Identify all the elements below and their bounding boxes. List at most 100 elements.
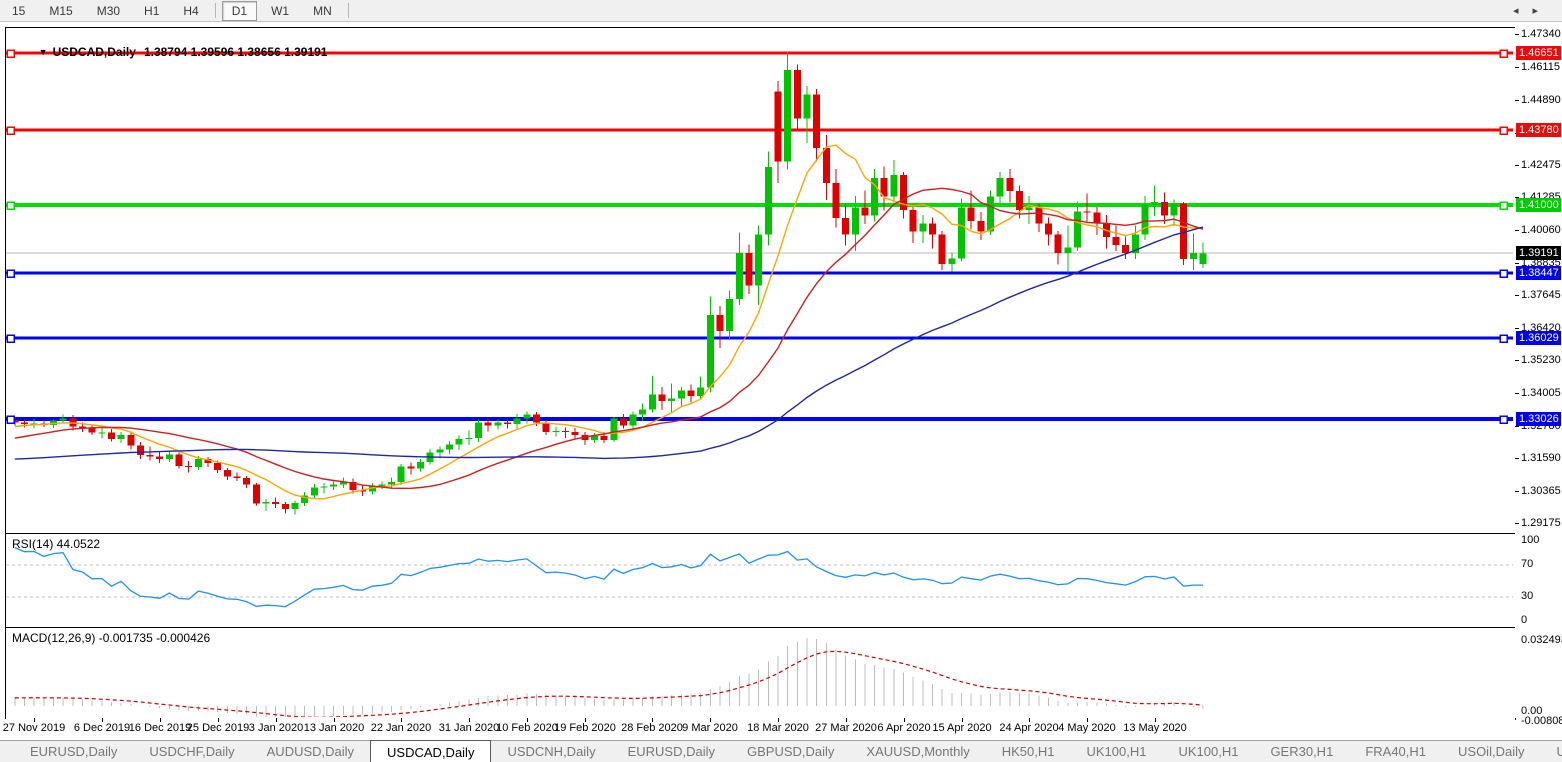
date-axis-label: 6 Dec 2019 xyxy=(74,722,130,734)
symbol-dropdown-icon[interactable]: ▼ xyxy=(39,47,48,57)
price-axis-label: 1.42475 xyxy=(1521,159,1561,171)
tab-fra40-h1[interactable]: FRA40,H1 xyxy=(1349,741,1442,762)
price-badge: 1.46651 xyxy=(1516,46,1561,60)
date-axis[interactable]: 27 Nov 2019 6 Dec 201916 Dec 201925 Dec 2… xyxy=(5,719,1515,739)
tab-usoil-daily[interactable]: USOil,Daily xyxy=(1442,741,1540,762)
price-axis-label: 1.40060 xyxy=(1521,224,1561,236)
tab-audusd-daily[interactable]: AUDUSD,Daily xyxy=(251,741,370,762)
price-axis-label: 1.44890 xyxy=(1521,94,1561,106)
timeframe-button-h4[interactable]: H4 xyxy=(173,1,208,21)
price-badge: 1.38447 xyxy=(1516,266,1561,280)
date-axis-label: 22 Jan 2020 xyxy=(371,722,432,734)
price-badge: 1.43780 xyxy=(1516,123,1561,137)
price-axis-label: 1.37645 xyxy=(1521,289,1561,301)
price-axis-tick xyxy=(1515,491,1519,492)
tab-usdchf-daily[interactable]: USDCHF,Daily xyxy=(133,741,250,762)
rsi-axis-label: 70 xyxy=(1521,558,1533,570)
chart-title: ▼USDCAD,Daily1.38794 1.39596 1.38656 1.3… xyxy=(12,31,327,73)
macd-axis-label: 0.032493 xyxy=(1521,634,1562,646)
timeframe-button-mn[interactable]: MN xyxy=(303,1,342,21)
timeframe-button-m15[interactable]: M15 xyxy=(39,1,82,21)
macd-canvas[interactable] xyxy=(6,628,1513,717)
toolbar-separator xyxy=(215,3,216,18)
price-axis-tick xyxy=(1515,100,1519,101)
price-axis-label: 1.29175 xyxy=(1521,517,1561,529)
price-badge: 1.41000 xyxy=(1516,198,1561,212)
timeframe-toolbar: 15M15M30H1H4 D1W1MN xyxy=(0,0,1562,22)
date-axis-label: 15 Apr 2020 xyxy=(932,722,991,734)
date-axis-label: 27 Nov 2019 xyxy=(3,722,65,734)
rsi-axis-label: 0 xyxy=(1521,614,1527,626)
price-axis-label: 1.47340 xyxy=(1521,28,1561,40)
price-axis-label: 1.34005 xyxy=(1521,387,1561,399)
date-axis-label: 3 Jan 2020 xyxy=(249,722,303,734)
price-axis-tick xyxy=(1515,263,1519,264)
date-axis-label: 28 Feb 2020 xyxy=(621,722,683,734)
price-axis-tick xyxy=(1515,458,1519,459)
tab-xauusd-monthly[interactable]: XAUUSD,Monthly xyxy=(850,741,985,762)
price-axis-label: 1.46115 xyxy=(1521,61,1560,73)
date-axis-label: 4 May 2020 xyxy=(1058,722,1115,734)
tab-usdcnh-daily[interactable]: USDCNH,Daily xyxy=(491,741,611,762)
price-axis-tick xyxy=(1515,67,1519,68)
timeframe-button-w1[interactable]: W1 xyxy=(261,1,299,21)
timeframe-button-m30[interactable]: M30 xyxy=(87,1,130,21)
price-badge: 1.36029 xyxy=(1516,331,1561,345)
price-axis[interactable]: 1.473401.461151.448901.436651.424751.412… xyxy=(1515,22,1562,718)
date-axis-label: 19 Feb 2020 xyxy=(554,722,616,734)
chart-tab-bar: EURUSD,DailyUSDCHF,DailyAUDUSD,DailyUSDC… xyxy=(0,740,1562,762)
price-axis-tick xyxy=(1515,360,1519,361)
price-axis-tick xyxy=(1515,230,1519,231)
date-axis-label: 9 Mar 2020 xyxy=(682,722,738,734)
price-axis-tick xyxy=(1515,523,1519,524)
timeframe-button-h1[interactable]: H1 xyxy=(134,1,169,21)
tab-hk50-h1[interactable]: HK50,H1 xyxy=(986,741,1071,762)
price-axis-tick xyxy=(1515,34,1519,35)
date-axis-label: 27 Mar 2020 xyxy=(815,722,877,734)
rsi-canvas[interactable] xyxy=(6,534,1513,625)
tab-scroll-arrows: ◂▸ xyxy=(1513,4,1552,17)
chart-title-symbol: USDCAD,Daily xyxy=(53,45,136,59)
mt4-terminal-window: 15M15M30H1H4D1W1MN ▼USDCAD,Daily1.38794 … xyxy=(0,0,1562,762)
tab-eurusd-daily[interactable]: EURUSD,Daily xyxy=(14,741,133,762)
price-axis-tick xyxy=(1515,426,1519,427)
rsi-axis-label: 30 xyxy=(1521,590,1533,602)
tab-uk100-h1[interactable]: UK100,H1 xyxy=(1070,741,1162,762)
price-axis-label: 1.30365 xyxy=(1521,485,1561,497)
tab-usdcad-daily[interactable]: USDCAD,Daily xyxy=(370,740,491,762)
price-axis-tick xyxy=(1515,393,1519,394)
chart-client-area: ▼USDCAD,Daily1.38794 1.39596 1.38656 1.3… xyxy=(0,22,1562,740)
price-chart-canvas[interactable] xyxy=(6,28,1513,531)
price-axis-label: 1.31590 xyxy=(1521,452,1561,464)
date-axis-label: 16 Dec 2019 xyxy=(129,722,191,734)
price-badge: 1.33026 xyxy=(1516,412,1561,426)
price-axis-tick xyxy=(1515,165,1519,166)
date-axis-label: 18 Mar 2020 xyxy=(747,722,809,734)
price-axis-tick xyxy=(1515,328,1519,329)
rsi-indicator-pane[interactable]: RSI(14) 44.0522 xyxy=(5,533,1516,628)
timeframe-button-15[interactable]: 15 xyxy=(2,1,35,21)
date-axis-label: 13 Jan 2020 xyxy=(304,722,365,734)
rsi-axis-label: 100 xyxy=(1521,534,1539,546)
rsi-label: RSI(14) 44.0522 xyxy=(12,537,100,551)
macd-indicator-pane[interactable]: MACD(12,26,9) -0.001735 -0.000426 xyxy=(5,627,1516,720)
timeframe-button-d1[interactable]: D1 xyxy=(222,1,257,21)
date-axis-label: 10 Feb 2020 xyxy=(496,722,558,734)
price-axis-label: 1.35230 xyxy=(1521,354,1561,366)
date-axis-label: 31 Jan 2020 xyxy=(439,722,500,734)
tab-uk100-h1[interactable]: UK100,H1 xyxy=(1162,741,1254,762)
tab-scroll-left-icon[interactable]: ◂ xyxy=(1513,5,1533,17)
tab-scroll-right-icon[interactable]: ▸ xyxy=(1532,5,1552,17)
macd-label: MACD(12,26,9) -0.001735 -0.000426 xyxy=(12,631,210,645)
date-axis-label: 24 Apr 2020 xyxy=(999,722,1058,734)
tab-ger30-h1[interactable]: GER30,H1 xyxy=(1254,741,1349,762)
main-price-pane[interactable]: ▼USDCAD,Daily1.38794 1.39596 1.38656 1.3… xyxy=(5,27,1516,534)
tab-eurusd-daily[interactable]: EURUSD,Daily xyxy=(612,741,731,762)
date-axis-label: 25 Dec 2019 xyxy=(187,722,249,734)
toolbar-separator xyxy=(348,3,349,18)
tab-gbpusd-daily[interactable]: GBPUSD,Daily xyxy=(731,741,850,762)
macd-axis-label: -0.008086 xyxy=(1521,715,1562,727)
date-axis-label: 13 May 2020 xyxy=(1123,722,1187,734)
date-axis-label: 6 Apr 2020 xyxy=(877,722,930,734)
tab-usdjpy-h1[interactable]: USDJPY,H1 xyxy=(1540,741,1562,762)
